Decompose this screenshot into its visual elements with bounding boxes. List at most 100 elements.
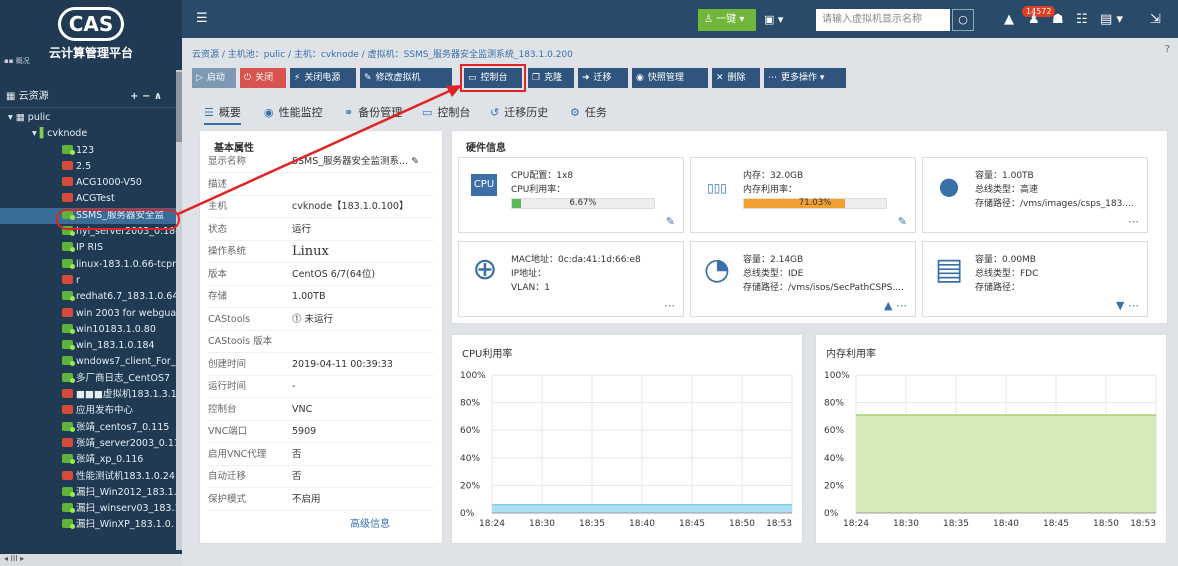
tree-node-vm[interactable]: 张靖_xp_0.116: [0, 452, 176, 468]
tree-node-vm[interactable]: 漏扫_Win2012_183.1.: [0, 485, 176, 501]
more-icon[interactable]: ⋯: [664, 299, 675, 312]
view-dropdown[interactable]: ▣ ▾: [764, 13, 783, 26]
property-row: 主机 cvknode【183.1.0.100】: [208, 196, 434, 218]
sidebar-hscrollbar[interactable]: ◂ III ▸: [0, 554, 182, 566]
alarm-icon[interactable]: ▲: [1004, 12, 1014, 27]
tree-controls[interactable]: + − ∧: [130, 86, 162, 108]
insert-more-icon[interactable]: ▼ ⋯: [1116, 299, 1139, 312]
tree-node-vm[interactable]: redhat6.7_183.1.0.64: [0, 289, 176, 305]
tree-node-vm[interactable]: 性能测试机183.1.0.24: [0, 469, 176, 485]
vm-label: ■■■虚拟机183.1.3.12: [76, 389, 176, 401]
tree-node-host[interactable]: ▾ ▌cvknode: [0, 126, 176, 142]
tree-node-vm[interactable]: 漏扫_WinXP_183.1.0.: [0, 517, 176, 533]
screen-dropdown-icon[interactable]: ▤ ▾: [1100, 12, 1123, 27]
close-icon: ✕: [716, 73, 724, 83]
memory-chart-svg: 0% 20% 40% 60% 80% 100% 18:24 18:30 18:35 18:40 18…: [824, 371, 1157, 529]
vm-label: 2.5: [76, 160, 92, 172]
expand-icon[interactable]: ▾: [32, 128, 40, 139]
tree-node-vm[interactable]: IP RIS: [0, 240, 176, 256]
tab-overview[interactable]: ☰ 概要: [204, 104, 241, 125]
tab-performance[interactable]: ◉ 性能监控: [264, 104, 323, 120]
vm-stopped-icon: [62, 405, 73, 415]
property-value[interactable]: SSMS_服务器安全监测系... ✎: [292, 151, 419, 173]
tree-node-vm[interactable]: ■■■虚拟机183.1.3.12: [0, 387, 176, 403]
tree-node-vm[interactable]: 多厂商日志_CentOS7: [0, 371, 176, 387]
tree-node-pool[interactable]: ▾ ▦ pulic: [0, 110, 176, 126]
tree-node-vm[interactable]: 漏扫_winserv03_183.1: [0, 501, 176, 517]
tree-node-vm[interactable]: 应用发布中心: [0, 403, 176, 419]
tree-node-vm[interactable]: win_183.1.0.184: [0, 338, 176, 354]
console-highlight: [460, 64, 526, 92]
search-icon[interactable]: ○: [952, 9, 974, 31]
list-icon: ☰: [204, 106, 214, 119]
cloud-resource-header[interactable]: ▦ 云资源 + − ∧: [0, 86, 176, 108]
tree-node-vm[interactable]: 2.5: [0, 159, 176, 175]
breadcrumb[interactable]: 云资源 / 主机池：pulic / 主机：cvknode / 虚拟机：SSMS_…: [192, 47, 573, 60]
tab-migration-history[interactable]: ↺ 迁移历史: [490, 104, 548, 120]
shutdown-button[interactable]: ⏻ 关闭: [240, 68, 286, 88]
vm-label: r: [76, 274, 80, 286]
tree-node-vm[interactable]: wndows7_client_For_: [0, 354, 176, 370]
tree-node-vm[interactable]: linux-183.1.0.66-tcpre: [0, 257, 176, 273]
clone-button[interactable]: ❐ 克隆: [528, 68, 574, 88]
power-off-button[interactable]: ⚡ 关闭电源: [290, 68, 356, 88]
series-area: [856, 415, 1156, 513]
edit-vm-button[interactable]: ✎ 修改虚拟机: [360, 68, 452, 88]
start-button[interactable]: ▷ 启动: [192, 68, 236, 88]
user-icon[interactable]: ♟: [1028, 12, 1040, 27]
y-tick-label: 0%: [824, 509, 839, 519]
memory-icon: ▯▯▯: [707, 181, 727, 195]
sidebar-scrollbar[interactable]: [176, 70, 182, 550]
tree-node-vm[interactable]: win10183.1.0.80: [0, 322, 176, 338]
property-row: 描述: [208, 174, 434, 196]
x-tick-label: 18:30: [529, 519, 555, 529]
tree-node-vm[interactable]: 123: [0, 143, 176, 159]
tree-node-vm[interactable]: 张靖_centos7_0.115: [0, 420, 176, 436]
edit-icon[interactable]: ✎: [898, 215, 907, 228]
tree-node-vm[interactable]: ACG1000-V50: [0, 175, 176, 191]
x-tick-label: 18:35: [579, 519, 605, 529]
property-key: 版本: [208, 268, 228, 280]
property-value: cvknode【183.1.0.100】: [292, 201, 409, 212]
vm-label: 性能测试机183.1.0.24: [76, 470, 175, 482]
power-icon: ⏻: [244, 73, 252, 83]
overview-link[interactable]: ▪▪ 概况: [4, 56, 30, 66]
help-icon[interactable]: ?: [1165, 44, 1170, 55]
edit-icon[interactable]: ✎: [666, 215, 675, 228]
list-icon[interactable]: ☷: [1076, 12, 1088, 27]
tab-console[interactable]: ▭ 控制台: [422, 104, 470, 120]
host-label: cvknode: [47, 128, 88, 140]
tab-backup[interactable]: ⚭ 备份管理: [344, 104, 402, 120]
cpu-chart-svg: 0% 20% 40% 60% 80% 100% 18:24 18:30 18:35 18:40 18…: [460, 371, 793, 529]
one-key-button[interactable]: ♙ 一键 ▾: [698, 9, 756, 31]
property-value: 不启用: [292, 493, 321, 505]
migrate-button[interactable]: ➜ 迁移: [578, 68, 628, 88]
more-actions-button[interactable]: ⋯ 更多操作 ▾: [764, 68, 846, 88]
advanced-info-link[interactable]: 高级信息: [350, 515, 390, 530]
logout-icon[interactable]: ⇲: [1150, 12, 1161, 27]
property-row: 创建时间 2019-04-11 00:39:33: [208, 354, 434, 376]
y-tick-label: 60%: [460, 426, 480, 436]
monitor-icon: ◉: [264, 106, 274, 119]
search-input[interactable]: 请输入虚拟机显示名称: [816, 9, 950, 31]
delete-button[interactable]: ✕ 删除: [712, 68, 760, 88]
scrollbar-thumb[interactable]: [176, 72, 182, 142]
tshirt-icon[interactable]: ☗: [1052, 12, 1064, 27]
menu-icon[interactable]: ☰: [196, 11, 208, 26]
tree-node-vm[interactable]: ACGTest: [0, 191, 176, 207]
tree-node-vm[interactable]: win 2003 for webguard: [0, 306, 176, 322]
expand-icon[interactable]: ▾: [8, 112, 16, 123]
eject-more-icon[interactable]: ▲ ⋯: [884, 299, 907, 312]
more-icon[interactable]: ⋯: [1128, 215, 1139, 228]
snapshot-button[interactable]: ◉ 快照管理: [632, 68, 708, 88]
property-key: 自动迁移: [208, 471, 247, 482]
cas-logo: CAS: [58, 7, 124, 41]
tree-node-vm[interactable]: r: [0, 273, 176, 289]
tree-node-vm[interactable]: 张靖_server2003_0.11: [0, 436, 176, 452]
y-tick-label: 60%: [824, 426, 844, 436]
vm-running-icon: [62, 291, 75, 302]
tab-tasks[interactable]: ⚙ 任务: [570, 104, 607, 120]
vm-label: 多厂商日志_CentOS7: [76, 372, 171, 384]
logo: CAS 云计算管理平台 ▪▪ 概况: [0, 0, 182, 70]
property-row: CAStools 版本: [208, 331, 434, 353]
